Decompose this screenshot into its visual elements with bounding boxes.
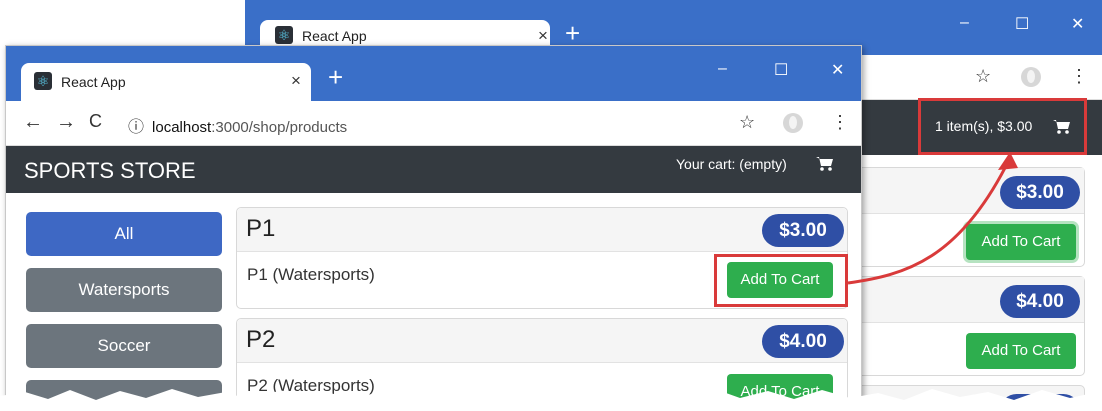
- torn-edge: [0, 388, 1102, 411]
- annotation-arrow: [847, 152, 1018, 285]
